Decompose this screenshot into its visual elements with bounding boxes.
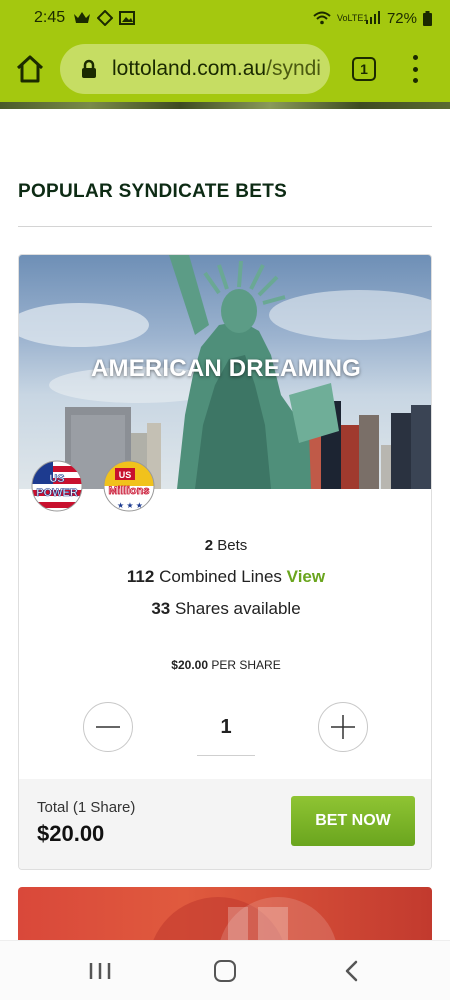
url-path: /syndi [266,57,321,80]
recent-apps-icon[interactable] [88,961,112,981]
wifi-icon [313,11,331,25]
minus-icon [96,726,120,728]
total-label: Total (1 Share) [37,799,136,816]
network-label: VoLTE1 [336,12,369,23]
status-icons [73,10,136,26]
status-bar: 2:45 VoLTE1 72% [0,0,450,36]
combined-lines-line: 112 Combined Lines View [19,567,431,587]
view-lines-link[interactable]: View [287,567,325,586]
bet-now-button[interactable]: BET NOW [291,796,415,846]
syndicate-name: AMERICAN DREAMING [90,355,362,382]
home-icon[interactable] [14,53,46,85]
shares-label: Shares available [174,599,301,618]
battery-icon [423,10,432,26]
next-syndicate-card[interactable] [18,887,432,947]
browser-toolbar: lottoland.com.au/syndi 1 [0,36,450,102]
page-banner-edge [0,102,450,109]
lines-label: Combined Lines [159,567,282,586]
price-value: $20.00 [171,658,208,672]
shares-count: 33 [151,599,171,618]
address-bar[interactable]: lottoland.com.au/syndi [60,44,330,94]
next-card-artwork [150,897,338,947]
more-menu-icon[interactable] [405,55,425,83]
divider [18,226,432,227]
shares-available-line: 33 Shares available [19,599,431,619]
lines-count: 112 [126,567,155,586]
bets-label: Bets [217,537,248,554]
back-icon[interactable] [342,959,362,983]
price-label: PER SHARE [211,658,281,672]
quantity-input[interactable]: 1 [197,712,255,756]
battery-level: 72% [386,9,417,27]
decrease-quantity-button[interactable] [83,702,133,752]
svg-text:Millions: Millions [109,485,150,497]
svg-text:US: US [119,470,132,480]
svg-text:US: US [49,473,64,485]
us-millions-logo: ★ ★ ★ US Millions [103,460,155,512]
url-domain: lottoland.com.au [112,57,267,80]
syndicate-card: AMERICAN DREAMING US POWER ★ ★ ★ US Mill… [18,254,432,870]
us-power-logo: US POWER [31,460,83,512]
tag-icon [97,10,114,26]
status-right: VoLTE1 72% [313,10,432,27]
image-icon [119,11,136,25]
status-time: 2:45 [34,9,66,26]
tab-switcher-button[interactable]: 1 [352,57,376,81]
home-nav-icon[interactable] [214,960,236,982]
total-value: $20.00 [37,821,105,846]
card-footer: Total (1 Share) $20.00 BET NOW [19,779,431,869]
lock-icon [82,59,96,78]
signal-icon [365,11,380,24]
plus-icon [331,715,355,739]
crown-icon [74,12,91,23]
system-nav-bar [0,940,450,1000]
bets-count: 2 [204,537,214,554]
section-title: POPULAR SYNDICATE BETS [18,181,288,202]
syndicate-hero-image: AMERICAN DREAMING [19,255,431,489]
url-text: lottoland.com.au/syndi [112,57,321,81]
increase-quantity-button[interactable] [318,702,368,752]
price-per-share: $20.00 PER SHARE [19,658,431,672]
svg-text:POWER: POWER [36,487,78,499]
bets-count-line: 2 Bets [19,537,431,554]
